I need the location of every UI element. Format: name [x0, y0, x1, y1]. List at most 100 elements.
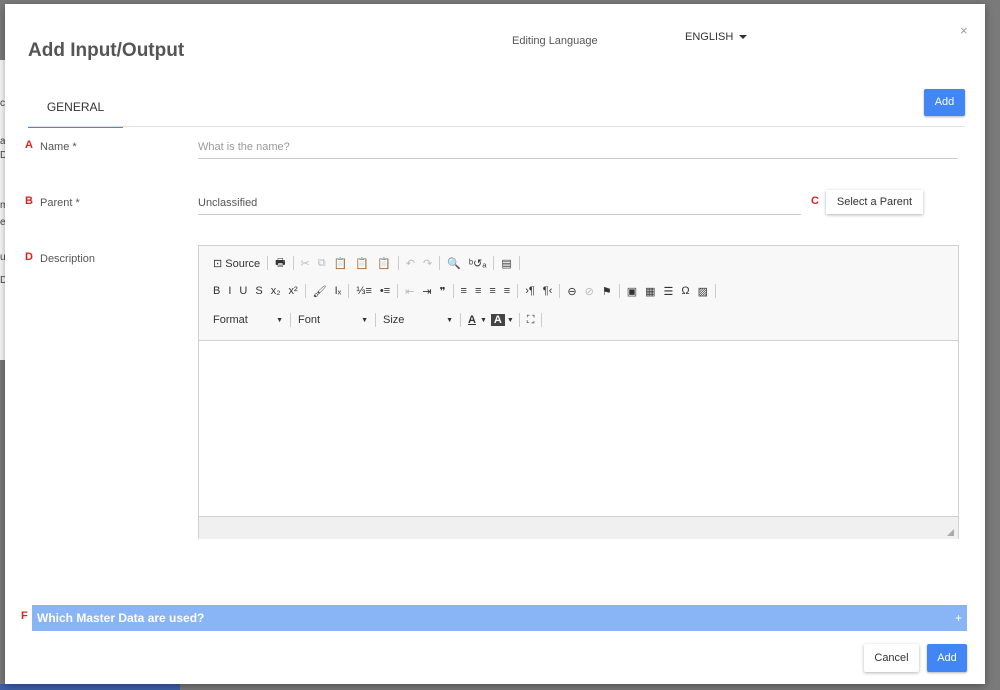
redo-icon[interactable]: ↷	[419, 257, 436, 270]
chevron-down-icon: ▼	[446, 316, 453, 324]
anchor-icon[interactable]: ⚑	[598, 285, 616, 298]
size-dropdown-label: Size	[383, 314, 405, 326]
chevron-down-icon[interactable]: ▼	[505, 317, 516, 324]
align-left-icon[interactable]: ≡	[457, 285, 471, 297]
indent-icon[interactable]: ⇥	[418, 285, 435, 298]
toolbar-separator	[518, 256, 520, 270]
outdent-icon[interactable]: ⇤	[401, 285, 418, 298]
chevron-down-icon: ▼	[361, 316, 368, 324]
background-bar	[0, 684, 180, 690]
marker-a: A	[25, 139, 33, 151]
image-icon[interactable]: ▣	[623, 285, 641, 298]
rtl-icon[interactable]: ¶‹	[539, 285, 557, 297]
parent-field[interactable]: Unclassified	[198, 192, 801, 215]
background-color-icon[interactable]: A	[490, 314, 505, 326]
toolbar-separator	[397, 256, 399, 270]
select-parent-button[interactable]: Select a Parent	[826, 190, 923, 214]
marker-c: C	[811, 195, 819, 207]
blockquote-icon[interactable]: ❞	[436, 285, 450, 298]
paste-text-icon[interactable]: 📋	[351, 257, 373, 270]
toolbar-separator	[541, 313, 543, 327]
underline-icon[interactable]: U	[235, 285, 251, 297]
justify-icon[interactable]: ≡	[500, 285, 514, 297]
master-data-accordion[interactable]: Which Master Data are used? +	[32, 605, 967, 631]
copy-format-icon[interactable]: 🖌	[309, 285, 331, 298]
toolbar-separator	[439, 256, 441, 270]
toolbar-separator	[493, 256, 495, 270]
description-label: Description	[40, 253, 96, 265]
italic-icon[interactable]: I	[224, 285, 235, 297]
toolbar-separator	[517, 284, 519, 298]
parent-label: Parent *	[40, 197, 80, 209]
toolbar-separator	[292, 256, 294, 270]
cancel-button[interactable]: Cancel	[864, 644, 919, 672]
print-icon[interactable]: 🖶	[271, 254, 289, 273]
strike-icon[interactable]: S	[251, 285, 266, 297]
font-dropdown[interactable]: Font ▼	[294, 314, 372, 326]
tab-general[interactable]: GENERAL	[28, 92, 123, 128]
iframe-icon[interactable]: ▨	[694, 285, 712, 298]
marker-b: B	[25, 195, 33, 207]
name-label: Name *	[40, 141, 77, 153]
toolbar-row-2: B I U Sx₂ x² 🖌 Iₓ ⅓≡ •≡ ⇤ ⇥ ❞ ≡ ≡ ≡ ≡ ›¶ ¶‹ ⊖ ⊘ ⚑ ▣ ▦ ☰ Ω ▨	[209, 281, 719, 301]
align-right-icon[interactable]: ≡	[485, 285, 499, 297]
align-center-icon[interactable]: ≡	[471, 285, 485, 297]
toolbar-separator	[715, 284, 717, 298]
editor-content-area[interactable]	[199, 341, 958, 516]
resize-handle-icon[interactable]	[947, 529, 954, 536]
header-add-button[interactable]: Add	[924, 89, 965, 116]
toolbar-separator	[559, 284, 561, 298]
subscript-icon[interactable]: x₂	[267, 285, 285, 297]
text-color-icon[interactable]: A	[464, 314, 480, 326]
caret-down-icon	[739, 35, 748, 40]
size-dropdown[interactable]: Size ▼	[379, 314, 457, 326]
unlink-icon[interactable]: ⊘	[581, 285, 598, 298]
toolbar-separator	[518, 313, 520, 327]
tab-divider	[28, 126, 965, 127]
toolbar-separator	[375, 313, 376, 327]
rich-text-editor: ⊡ Source 🖶 ✂ ⧉ 📋 📋 📋 ↶ ↷ 🔍 ᵇ↺ₐ ▤ B I U Sx₂ x² 🖌 Iₓ ⅓≡ •≡ ⇤ ⇥ ❞…	[198, 245, 959, 539]
toolbar-separator	[304, 284, 306, 298]
special-char-icon[interactable]: Ω	[677, 285, 693, 297]
toolbar-separator	[348, 284, 350, 298]
bold-icon[interactable]: B	[209, 285, 224, 297]
editor-toolbar: ⊡ Source 🖶 ✂ ⧉ 📋 📋 📋 ↶ ↷ 🔍 ᵇ↺ₐ ▤ B I U Sx₂ x² 🖌 Iₓ ⅓≡ •≡ ⇤ ⇥ ❞…	[199, 246, 958, 341]
template-icon[interactable]: ▤	[497, 257, 515, 270]
paste-word-icon[interactable]: 📋	[373, 257, 395, 270]
copy-icon[interactable]: ⧉	[314, 257, 330, 270]
replace-icon[interactable]: ᵇ↺ₐ	[465, 257, 490, 270]
numbered-list-icon[interactable]: ⅓≡	[352, 285, 376, 297]
add-input-output-dialog: Add Input/Output Editing Language ENGLIS…	[5, 4, 985, 684]
toolbar-row-3: Format ▼ Font ▼ Size ▼ A ▼ A ▼ ⛶	[209, 310, 545, 330]
format-dropdown[interactable]: Format ▼	[209, 314, 287, 326]
name-field[interactable]	[198, 136, 958, 159]
ltr-icon[interactable]: ›¶	[521, 285, 539, 297]
toolbar-separator	[290, 313, 291, 327]
table-icon[interactable]: ▦	[641, 285, 659, 298]
accordion-title: Which Master Data are used?	[37, 611, 205, 625]
chevron-down-icon[interactable]: ▼	[480, 317, 487, 324]
paste-icon[interactable]: 📋	[330, 257, 352, 270]
superscript-icon[interactable]: x²	[284, 285, 301, 297]
editor-statusbar	[199, 516, 958, 539]
footer-add-button[interactable]: Add	[927, 644, 967, 672]
toolbar-separator	[267, 256, 269, 270]
bulleted-list-icon[interactable]: •≡	[376, 285, 394, 297]
toolbar-separator	[452, 284, 454, 298]
remove-format-icon[interactable]: Iₓ	[331, 285, 346, 297]
link-icon[interactable]: ⊖	[563, 285, 580, 298]
format-dropdown-label: Format	[213, 314, 248, 326]
cut-icon[interactable]: ✂	[297, 257, 314, 270]
find-icon[interactable]: 🔍	[443, 257, 465, 270]
font-dropdown-label: Font	[298, 314, 321, 326]
plus-icon: +	[954, 611, 962, 625]
toolbar-separator	[460, 313, 461, 327]
maximize-icon[interactable]: ⛶	[523, 314, 539, 327]
source-button[interactable]: ⊡ Source	[209, 257, 264, 270]
dialog-title: Add Input/Output	[28, 40, 185, 61]
name-input[interactable]	[198, 141, 958, 153]
close-icon[interactable]: ×	[960, 23, 968, 38]
horizontal-line-icon[interactable]: ☰	[660, 285, 678, 298]
undo-icon[interactable]: ↶	[402, 257, 419, 270]
language-dropdown[interactable]: ENGLISH	[685, 31, 748, 43]
